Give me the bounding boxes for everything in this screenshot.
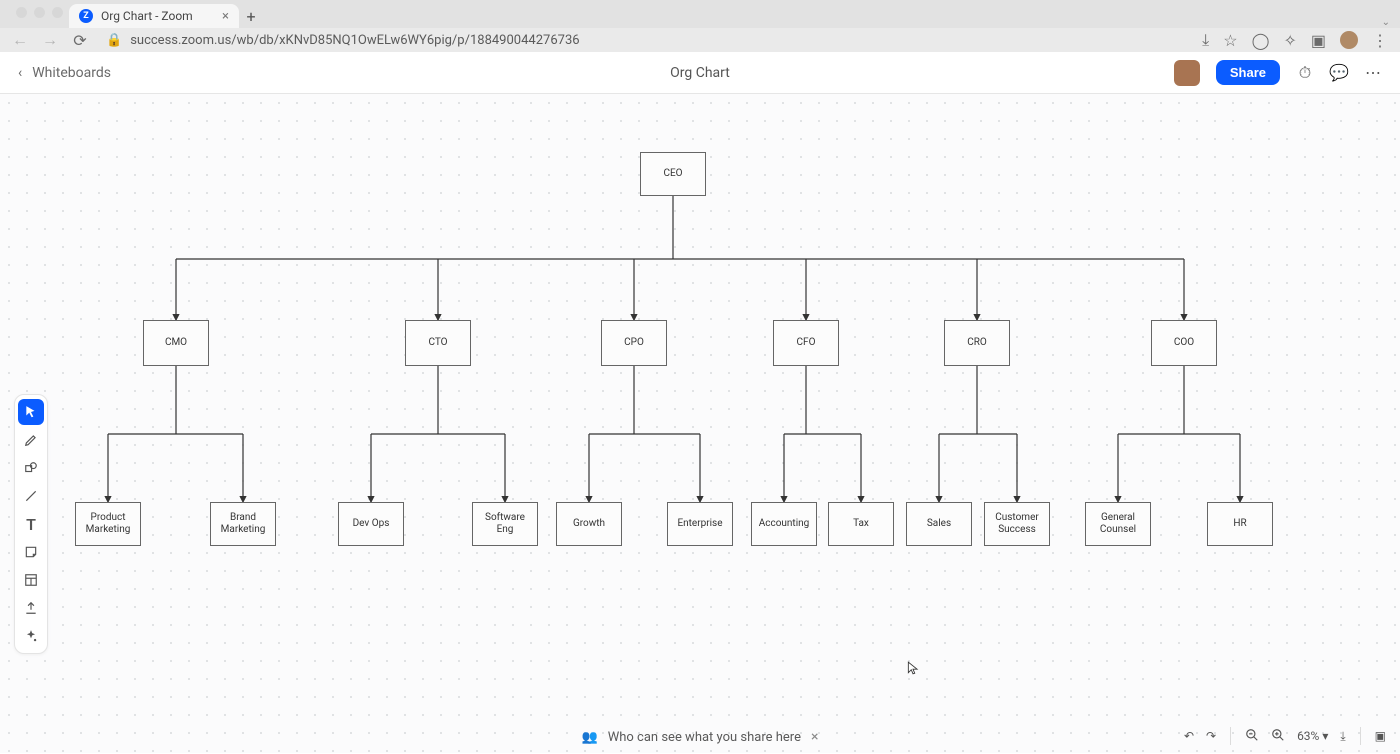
node-cpo[interactable]: CPO: [601, 320, 667, 366]
tool-upload[interactable]: [18, 595, 44, 621]
tab-close-icon[interactable]: ×: [222, 9, 229, 24]
profile-avatar[interactable]: [1340, 31, 1358, 49]
more-icon[interactable]: ⋯: [1364, 64, 1382, 82]
node-product-marketing[interactable]: Product Marketing: [75, 502, 141, 546]
cursor-pointer-icon: [906, 659, 920, 677]
node-enterprise[interactable]: Enterprise: [667, 502, 733, 546]
page-title[interactable]: Org Chart: [670, 65, 730, 81]
node-dev-ops[interactable]: Dev Ops: [338, 502, 404, 546]
tool-sticky[interactable]: [18, 539, 44, 565]
redo-button[interactable]: ↷: [1206, 729, 1216, 743]
comment-icon[interactable]: 💬: [1330, 64, 1348, 82]
chevron-left-icon: ‹: [18, 65, 22, 81]
new-tab-button[interactable]: +: [239, 7, 263, 28]
tool-text[interactable]: T: [18, 511, 44, 537]
share-info-text[interactable]: Who can see what you share here: [608, 730, 801, 745]
tool-template[interactable]: [18, 567, 44, 593]
share-button[interactable]: Share: [1216, 60, 1280, 85]
node-brand-marketing[interactable]: Brand Marketing: [210, 502, 276, 546]
node-cto[interactable]: CTO: [405, 320, 471, 366]
left-toolbar: T: [14, 394, 48, 654]
extensions-icon[interactable]: ✧: [1283, 31, 1296, 50]
window-traffic-lights[interactable]: [10, 0, 69, 28]
tool-shapes[interactable]: [18, 455, 44, 481]
fit-button[interactable]: ⤓: [1340, 729, 1345, 744]
back-to-whiteboards[interactable]: ‹ Whiteboards: [18, 65, 111, 81]
tool-select[interactable]: [18, 399, 44, 425]
address-bar[interactable]: 🔒 success.zoom.us/wb/db/xKNvD85NQ1OwELw6…: [102, 33, 1188, 48]
bookmark-icon[interactable]: ☆: [1223, 31, 1237, 50]
tabs-overflow-icon[interactable]: ⌄: [1382, 17, 1390, 28]
whiteboard-canvas[interactable]: T: [0, 94, 1400, 753]
tool-pen[interactable]: [18, 427, 44, 453]
timer-icon[interactable]: ⏱: [1296, 64, 1314, 82]
banner-close-icon[interactable]: ×: [811, 729, 818, 745]
browser-menu-icon[interactable]: ⋮: [1372, 31, 1388, 50]
node-software-eng[interactable]: Software Eng: [472, 502, 538, 546]
node-cro[interactable]: CRO: [944, 320, 1010, 366]
undo-button[interactable]: ↶: [1184, 729, 1194, 743]
people-icon: 👥: [582, 730, 598, 745]
nav-reload-icon[interactable]: ⟳: [72, 32, 88, 48]
browser-chrome: Z Org Chart - Zoom × + ⌄ ← → ⟳ 🔒 success…: [0, 0, 1400, 52]
node-ceo[interactable]: CEO: [640, 152, 706, 196]
node-cmo[interactable]: CMO: [143, 320, 209, 366]
panel-icon[interactable]: ▣: [1311, 31, 1326, 50]
zoom-in-button[interactable]: [1271, 728, 1285, 745]
node-hr[interactable]: HR: [1207, 502, 1273, 546]
zoom-level[interactable]: 63% ▾: [1297, 729, 1328, 743]
app-header: ‹ Whiteboards Org Chart Share ⏱ 💬 ⋯: [0, 52, 1400, 94]
node-accounting[interactable]: Accounting: [751, 502, 817, 546]
minimap-button[interactable]: ▣: [1375, 729, 1386, 743]
install-icon[interactable]: ⤓: [1202, 30, 1209, 50]
node-cfo[interactable]: CFO: [773, 320, 839, 366]
address-bar-row: ← → ⟳ 🔒 success.zoom.us/wb/db/xKNvD85NQ1…: [0, 28, 1400, 52]
circle-icon[interactable]: ◯: [1252, 31, 1270, 50]
node-general-counsel[interactable]: General Counsel: [1085, 502, 1151, 546]
tool-line[interactable]: [18, 483, 44, 509]
collaborator-avatar[interactable]: [1174, 60, 1200, 86]
zoom-out-button[interactable]: [1245, 728, 1259, 745]
nav-forward-icon[interactable]: →: [42, 32, 58, 48]
back-label: Whiteboards: [32, 65, 111, 81]
node-sales[interactable]: Sales: [906, 502, 972, 546]
node-tax[interactable]: Tax: [828, 502, 894, 546]
tool-ai[interactable]: [18, 623, 44, 649]
node-coo[interactable]: COO: [1151, 320, 1217, 366]
tab-strip: Z Org Chart - Zoom × + ⌄: [0, 0, 1400, 28]
browser-tab[interactable]: Z Org Chart - Zoom ×: [69, 4, 239, 28]
url-text: success.zoom.us/wb/db/xKNvD85NQ1OwELw6WY…: [130, 33, 579, 48]
node-customer-success[interactable]: Customer Success: [984, 502, 1050, 546]
share-info-banner: 👥 Who can see what you share here ×: [582, 729, 819, 745]
tab-title: Org Chart - Zoom: [101, 9, 193, 23]
zoom-favicon-icon: Z: [79, 9, 93, 23]
canvas-controls: ↶ ↷ 63% ▾ ⤓ ▣: [1184, 727, 1386, 745]
lock-icon: 🔒: [106, 33, 122, 48]
node-growth[interactable]: Growth: [556, 502, 622, 546]
nav-back-icon[interactable]: ←: [12, 32, 28, 48]
